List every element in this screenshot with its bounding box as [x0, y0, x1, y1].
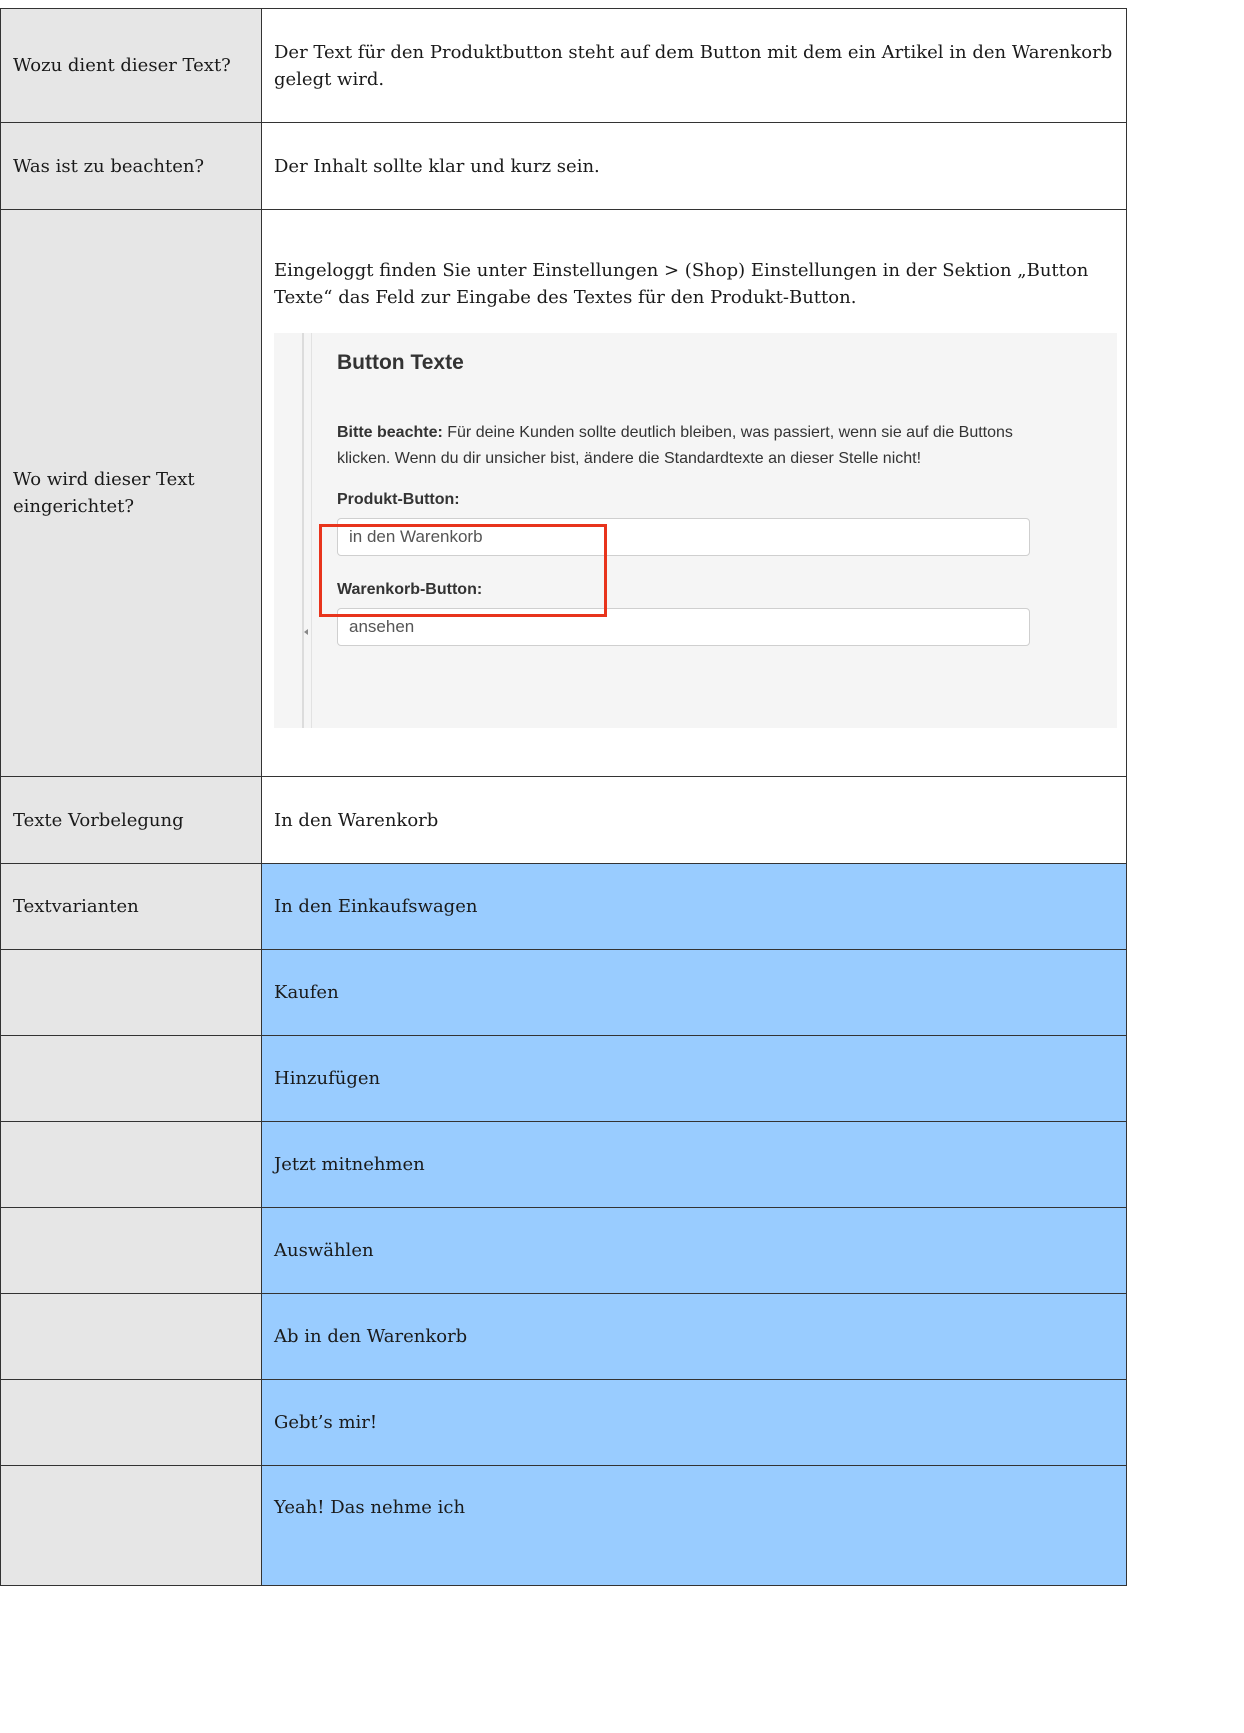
table-row: Wozu dient dieser Text? Der Text für den… [0, 8, 1127, 123]
row-label [0, 1293, 262, 1380]
table-row: Yeah! Das nehme ich [0, 1465, 1127, 1586]
row-label [0, 1121, 262, 1208]
embedded-screenshot: Button Texte Bitte beachte: Für deine Ku… [274, 332, 1117, 728]
location-intro: Eingeloggt finden Sie unter Einstellunge… [274, 259, 1089, 308]
row-label [0, 1379, 262, 1466]
row-label [0, 1465, 262, 1586]
row-value: Der Text für den Produktbutton steht auf… [261, 8, 1127, 123]
table-row: Wo wird dieser Text eingerichtet? Eingel… [0, 209, 1127, 777]
table-row: Auswählen [0, 1207, 1127, 1294]
table-row: Ab in den Warenkorb [0, 1293, 1127, 1380]
row-label [0, 1035, 262, 1122]
row-label: Was ist zu beachten? [0, 122, 262, 210]
row-value: Der Inhalt sollte klar und kurz sein. [261, 122, 1127, 210]
row-value: Eingeloggt finden Sie unter Einstellunge… [261, 209, 1127, 777]
table-row: Kaufen [0, 949, 1127, 1036]
cart-button-input[interactable]: ansehen [337, 608, 1030, 646]
variant-value: Gebt’s mir! [261, 1379, 1127, 1466]
product-button-label: Produkt-Button: [337, 491, 460, 508]
variant-value: Auswählen [261, 1207, 1127, 1294]
variant-value: Hinzufügen [261, 1035, 1127, 1122]
row-label: Textvarianten [0, 863, 262, 950]
table-row: Gebt’s mir! [0, 1379, 1127, 1466]
table-row: Jetzt mitnehmen [0, 1121, 1127, 1208]
variant-value: In den Einkaufswagen [261, 863, 1127, 950]
variant-value: Kaufen [261, 949, 1127, 1036]
panel-divider [302, 332, 304, 728]
row-label [0, 949, 262, 1036]
variant-value: Yeah! Das nehme ich [261, 1465, 1127, 1586]
collapse-arrow-icon[interactable] [304, 628, 308, 635]
panel-divider [311, 332, 312, 728]
table-row: Hinzufügen [0, 1035, 1127, 1122]
row-label [0, 1207, 262, 1294]
section-note: Bitte beachte: Für deine Kunden sollte d… [337, 420, 1030, 472]
note-bold: Bitte beachte: [337, 424, 443, 441]
table-row: Was ist zu beachten? Der Inhalt sollte k… [0, 122, 1127, 210]
row-label: Texte Vorbelegung [0, 776, 262, 864]
content-table: Wozu dient dieser Text? Der Text für den… [0, 8, 1127, 1586]
row-label: Wo wird dieser Text eingerichtet? [0, 209, 262, 777]
product-button-input[interactable]: in den Warenkorb [337, 518, 1030, 556]
table-row: Textvarianten In den Einkaufswagen [0, 863, 1127, 950]
cart-button-label: Warenkorb-Button: [337, 581, 483, 598]
variant-value: Ab in den Warenkorb [261, 1293, 1127, 1380]
variant-value: Jetzt mitnehmen [261, 1121, 1127, 1208]
table-row: Texte Vorbelegung In den Warenkorb [0, 776, 1127, 864]
section-heading: Button Texte [337, 350, 464, 374]
row-label: Wozu dient dieser Text? [0, 8, 262, 123]
row-value: In den Warenkorb [261, 776, 1127, 864]
